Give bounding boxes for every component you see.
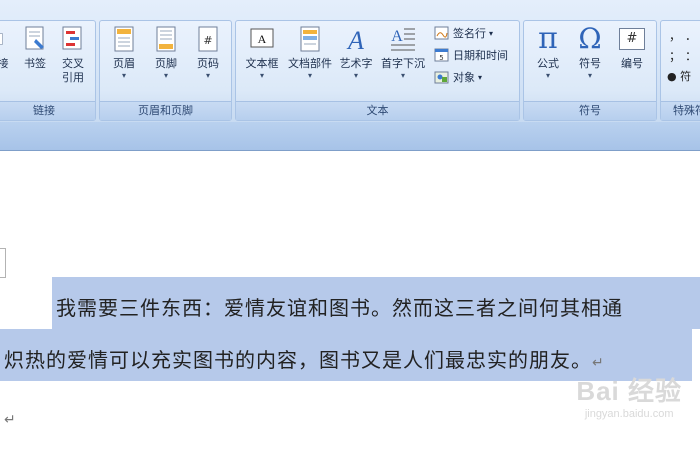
- svg-text:5: 5: [439, 54, 443, 62]
- drop-cap-button[interactable]: A 首字下沉 ▾: [378, 25, 428, 97]
- hyperlink-icon: [0, 33, 3, 45]
- ribbon-group-text: A 文本框 ▾ 文档部件 ▾ A 艺术字 ▾ A 首字下沉 ▾ 签名行 ▾ 5 …: [235, 20, 520, 121]
- omega-icon: Ω: [578, 22, 602, 55]
- object-icon: [434, 71, 449, 84]
- signature-line-label: 签名行: [453, 27, 486, 40]
- date-time-button[interactable]: 5 日期和时间: [434, 45, 508, 65]
- watermark: Bai 经验 jingyan.baidu.com: [576, 371, 682, 420]
- ribbon-group-symbols: π 公式 ▾ Ω 符号 ▾ # 编号 符号: [523, 20, 657, 121]
- chevron-down-icon: ▾: [163, 71, 168, 80]
- hyperlink-label: 接: [0, 57, 9, 70]
- chevron-down-icon: ▾: [478, 72, 483, 82]
- footer-button[interactable]: 页脚 ▾: [144, 25, 188, 97]
- special-symbol-comma[interactable]: ，: [669, 27, 681, 44]
- paragraph-line-2-text: 炽热的爱情可以充实图书的内容，图书又是人们最忠实的朋友。: [4, 348, 592, 372]
- paragraph-line-2[interactable]: 炽热的爱情可以充实图书的内容，图书又是人们最忠实的朋友。↵: [4, 344, 605, 373]
- date-time-label: 日期和时间: [453, 49, 508, 62]
- text-box-icon: A: [250, 28, 274, 48]
- group-label-links: 链接: [0, 101, 95, 120]
- ribbon-bottom-bar: [0, 122, 700, 151]
- numbering-icon: #: [619, 28, 645, 50]
- page-number-icon: #: [198, 26, 218, 52]
- empty-paragraph[interactable]: ↵: [4, 405, 17, 429]
- bookmark-icon: [25, 26, 44, 50]
- wordart-button[interactable]: A 艺术字 ▾: [336, 25, 376, 97]
- text-box-button[interactable]: A 文本框 ▾: [240, 25, 284, 97]
- chevron-down-icon: ▾: [259, 71, 264, 80]
- ribbon-group-header-footer: 页眉 ▾ 页脚 ▾ # 页码 ▾ 页眉和页脚: [99, 20, 232, 121]
- chevron-down-icon: ▾: [545, 71, 550, 80]
- cross-reference-button[interactable]: 交叉 引用: [51, 25, 95, 97]
- object-button[interactable]: 对象 ▾: [434, 67, 482, 87]
- quick-parts-label: 文档部件: [288, 57, 332, 70]
- object-label: 对象: [453, 71, 475, 84]
- quick-parts-icon: [300, 26, 320, 52]
- signature-line-button[interactable]: 签名行 ▾: [434, 23, 493, 43]
- ribbon-group-special-symbols: ， ． ； ： ● 符 特殊符: [660, 20, 700, 121]
- chevron-down-icon: ▾: [353, 71, 358, 80]
- header-button[interactable]: 页眉 ▾: [102, 25, 146, 97]
- chevron-down-icon: ▾: [400, 71, 405, 80]
- special-symbol-dot[interactable]: ．: [685, 27, 697, 44]
- footer-label: 页脚: [155, 57, 177, 70]
- signature-line-icon: [434, 26, 449, 40]
- cross-reference-label-2: 引用: [62, 71, 84, 84]
- hyperlink-button[interactable]: 接: [0, 25, 11, 97]
- group-label-special-symbols: 特殊符: [661, 101, 700, 120]
- special-symbol-more-label: 符: [680, 70, 692, 83]
- svg-text:A: A: [346, 26, 364, 53]
- wordart-icon: A: [346, 26, 364, 53]
- page-number-label: 页码: [197, 57, 219, 70]
- svg-text:A: A: [258, 32, 267, 46]
- special-symbol-more[interactable]: ● 符: [667, 68, 691, 84]
- symbol-label: 符号: [579, 57, 601, 70]
- paragraph-mark: ↵: [4, 412, 17, 428]
- equation-button[interactable]: π 公式 ▾: [526, 21, 570, 97]
- text-box-label: 文本框: [245, 57, 279, 70]
- cross-reference-icon: [62, 26, 82, 50]
- group-label-text: 文本: [236, 101, 519, 120]
- svg-text:#: #: [203, 34, 212, 47]
- drop-cap-label: 首字下沉: [381, 57, 425, 70]
- chevron-down-icon: ▾: [121, 71, 126, 80]
- quick-parts-button[interactable]: 文档部件 ▾: [286, 25, 334, 97]
- svg-text:A: A: [391, 28, 403, 45]
- numbering-glyph: #: [626, 31, 638, 46]
- page-number-button[interactable]: # 页码 ▾: [186, 25, 230, 97]
- chevron-down-icon: ▾: [587, 71, 592, 80]
- calendar-icon: 5: [434, 48, 449, 62]
- header-label: 页眉: [113, 57, 135, 70]
- footer-icon: [156, 26, 176, 52]
- drop-cap-icon: A: [391, 28, 415, 51]
- paragraph-line-1[interactable]: 我需要三件东西：爱情友谊和图书。然而这三者之间何其相通: [56, 292, 623, 321]
- chevron-down-icon: ▾: [489, 28, 494, 38]
- chevron-down-icon: ▾: [205, 71, 210, 80]
- watermark-url: jingyan.baidu.com: [584, 408, 674, 420]
- group-label-symbols: 符号: [524, 101, 656, 120]
- special-symbol-colon[interactable]: ：: [685, 47, 697, 64]
- cross-reference-label: 交叉: [62, 57, 84, 70]
- equation-label: 公式: [537, 57, 559, 70]
- special-symbol-semicolon[interactable]: ；: [669, 47, 681, 64]
- group-label-header-footer: 页眉和页脚: [100, 101, 231, 120]
- ribbon: 接 书签 交叉 引用 链接 页眉 ▾ 页脚 ▾ # 页码 ▾ 页眉和页脚 A 文…: [0, 0, 700, 122]
- ribbon-group-links: 接 书签 交叉 引用 链接: [0, 20, 96, 121]
- numbering-button[interactable]: # 编号: [610, 25, 654, 97]
- document-page[interactable]: 我需要三件东西：爱情友谊和图书。然而这三者之间何其相通 炽热的爱情可以充实图书的…: [0, 151, 700, 450]
- watermark-brand: Bai 经验: [576, 376, 682, 406]
- pi-icon: π: [538, 21, 558, 56]
- numbering-label: 编号: [621, 57, 643, 70]
- chevron-down-icon: ▾: [307, 71, 312, 80]
- header-icon: [114, 26, 134, 52]
- wordart-label: 艺术字: [339, 57, 373, 70]
- margin-corner-mark: [0, 248, 6, 278]
- symbol-button[interactable]: Ω 符号 ▾: [568, 25, 612, 97]
- paragraph-mark: ↵: [592, 355, 605, 371]
